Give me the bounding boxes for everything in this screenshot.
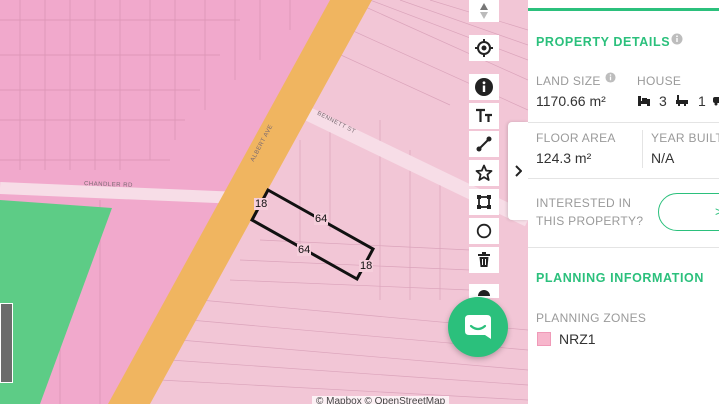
house-label: HOUSE	[637, 74, 682, 88]
text-tool-button[interactable]	[469, 103, 499, 129]
divider-vertical	[642, 130, 643, 168]
polygon-tool-button[interactable]	[469, 189, 499, 215]
compass-icon	[480, 3, 488, 19]
floor-area-label: FLOOR AREA	[536, 131, 616, 145]
land-size-value: 1170.66 m²	[536, 93, 606, 109]
divider	[528, 178, 719, 179]
dimension-label: 64	[314, 213, 329, 225]
dimension-label: 18	[254, 198, 269, 210]
collapse-panel-button[interactable]	[508, 122, 528, 220]
zone-color-swatch	[537, 332, 551, 346]
interested-label-line1: INTERESTED IN	[536, 196, 632, 210]
info-icon[interactable]	[605, 72, 616, 83]
compass-button[interactable]	[469, 0, 499, 22]
locate-button[interactable]	[469, 35, 499, 61]
delete-button[interactable]	[469, 247, 499, 273]
zone-name: NRZ1	[559, 331, 596, 347]
chat-icon	[465, 315, 491, 339]
app-root: ALBERT AVE BENNETT ST CHANDLER RD 18 64 …	[0, 0, 719, 404]
locate-icon	[475, 39, 493, 57]
interested-label-line2: THIS PROPERTY?	[536, 214, 644, 228]
layers-button[interactable]	[469, 284, 499, 298]
divider	[528, 122, 719, 123]
star-tool-button[interactable]	[469, 160, 499, 186]
dimension-label: 18	[359, 260, 374, 272]
bath-icon	[676, 95, 688, 106]
info-icon[interactable]	[671, 33, 683, 45]
selected-property-outline[interactable]	[249, 187, 376, 282]
layers-icon	[478, 290, 490, 296]
planning-zones-label: PLANNING ZONES	[536, 311, 647, 325]
map-attribution[interactable]: © Mapbox © OpenStreetMap	[312, 396, 450, 404]
car-icon	[713, 97, 719, 106]
circle-tool-button[interactable]	[469, 218, 499, 244]
interested-button-label: >	[715, 204, 719, 219]
info-icon	[475, 78, 493, 96]
planning-information-title: PLANNING INFORMATION	[536, 271, 705, 285]
bedrooms-count: 3	[659, 93, 667, 109]
land-size-label: LAND SIZE	[536, 74, 601, 88]
year-built-value: N/A	[651, 150, 675, 166]
chat-button[interactable]	[448, 297, 508, 357]
trash-icon	[478, 252, 490, 267]
text-tool-icon	[476, 108, 492, 122]
star-tool-icon	[475, 164, 493, 181]
street-view-thumbnail[interactable]	[0, 303, 13, 383]
property-details-title: PROPERTY DETAILS	[536, 35, 671, 49]
interested-button[interactable]: >	[658, 193, 719, 231]
floor-area-value: 124.3 m²	[536, 150, 592, 166]
panel-accent-line	[528, 8, 719, 11]
circle-tool-icon	[476, 223, 492, 239]
line-tool-button[interactable]	[469, 131, 499, 157]
chevron-right-icon	[515, 165, 522, 177]
bathrooms-count: 1	[698, 93, 706, 109]
info-button[interactable]	[469, 74, 499, 100]
map-view[interactable]: ALBERT AVE BENNETT ST CHANDLER RD 18 64 …	[0, 0, 528, 404]
year-built-label: YEAR BUILT	[651, 131, 719, 145]
polygon-tool-icon	[477, 195, 491, 209]
line-tool-icon	[476, 136, 492, 152]
bed-icon	[638, 96, 650, 106]
dimension-label: 64	[297, 244, 312, 256]
divider	[528, 247, 719, 248]
property-panel: PROPERTY DETAILS LAND SIZE 1170.66 m² HO…	[528, 0, 719, 404]
